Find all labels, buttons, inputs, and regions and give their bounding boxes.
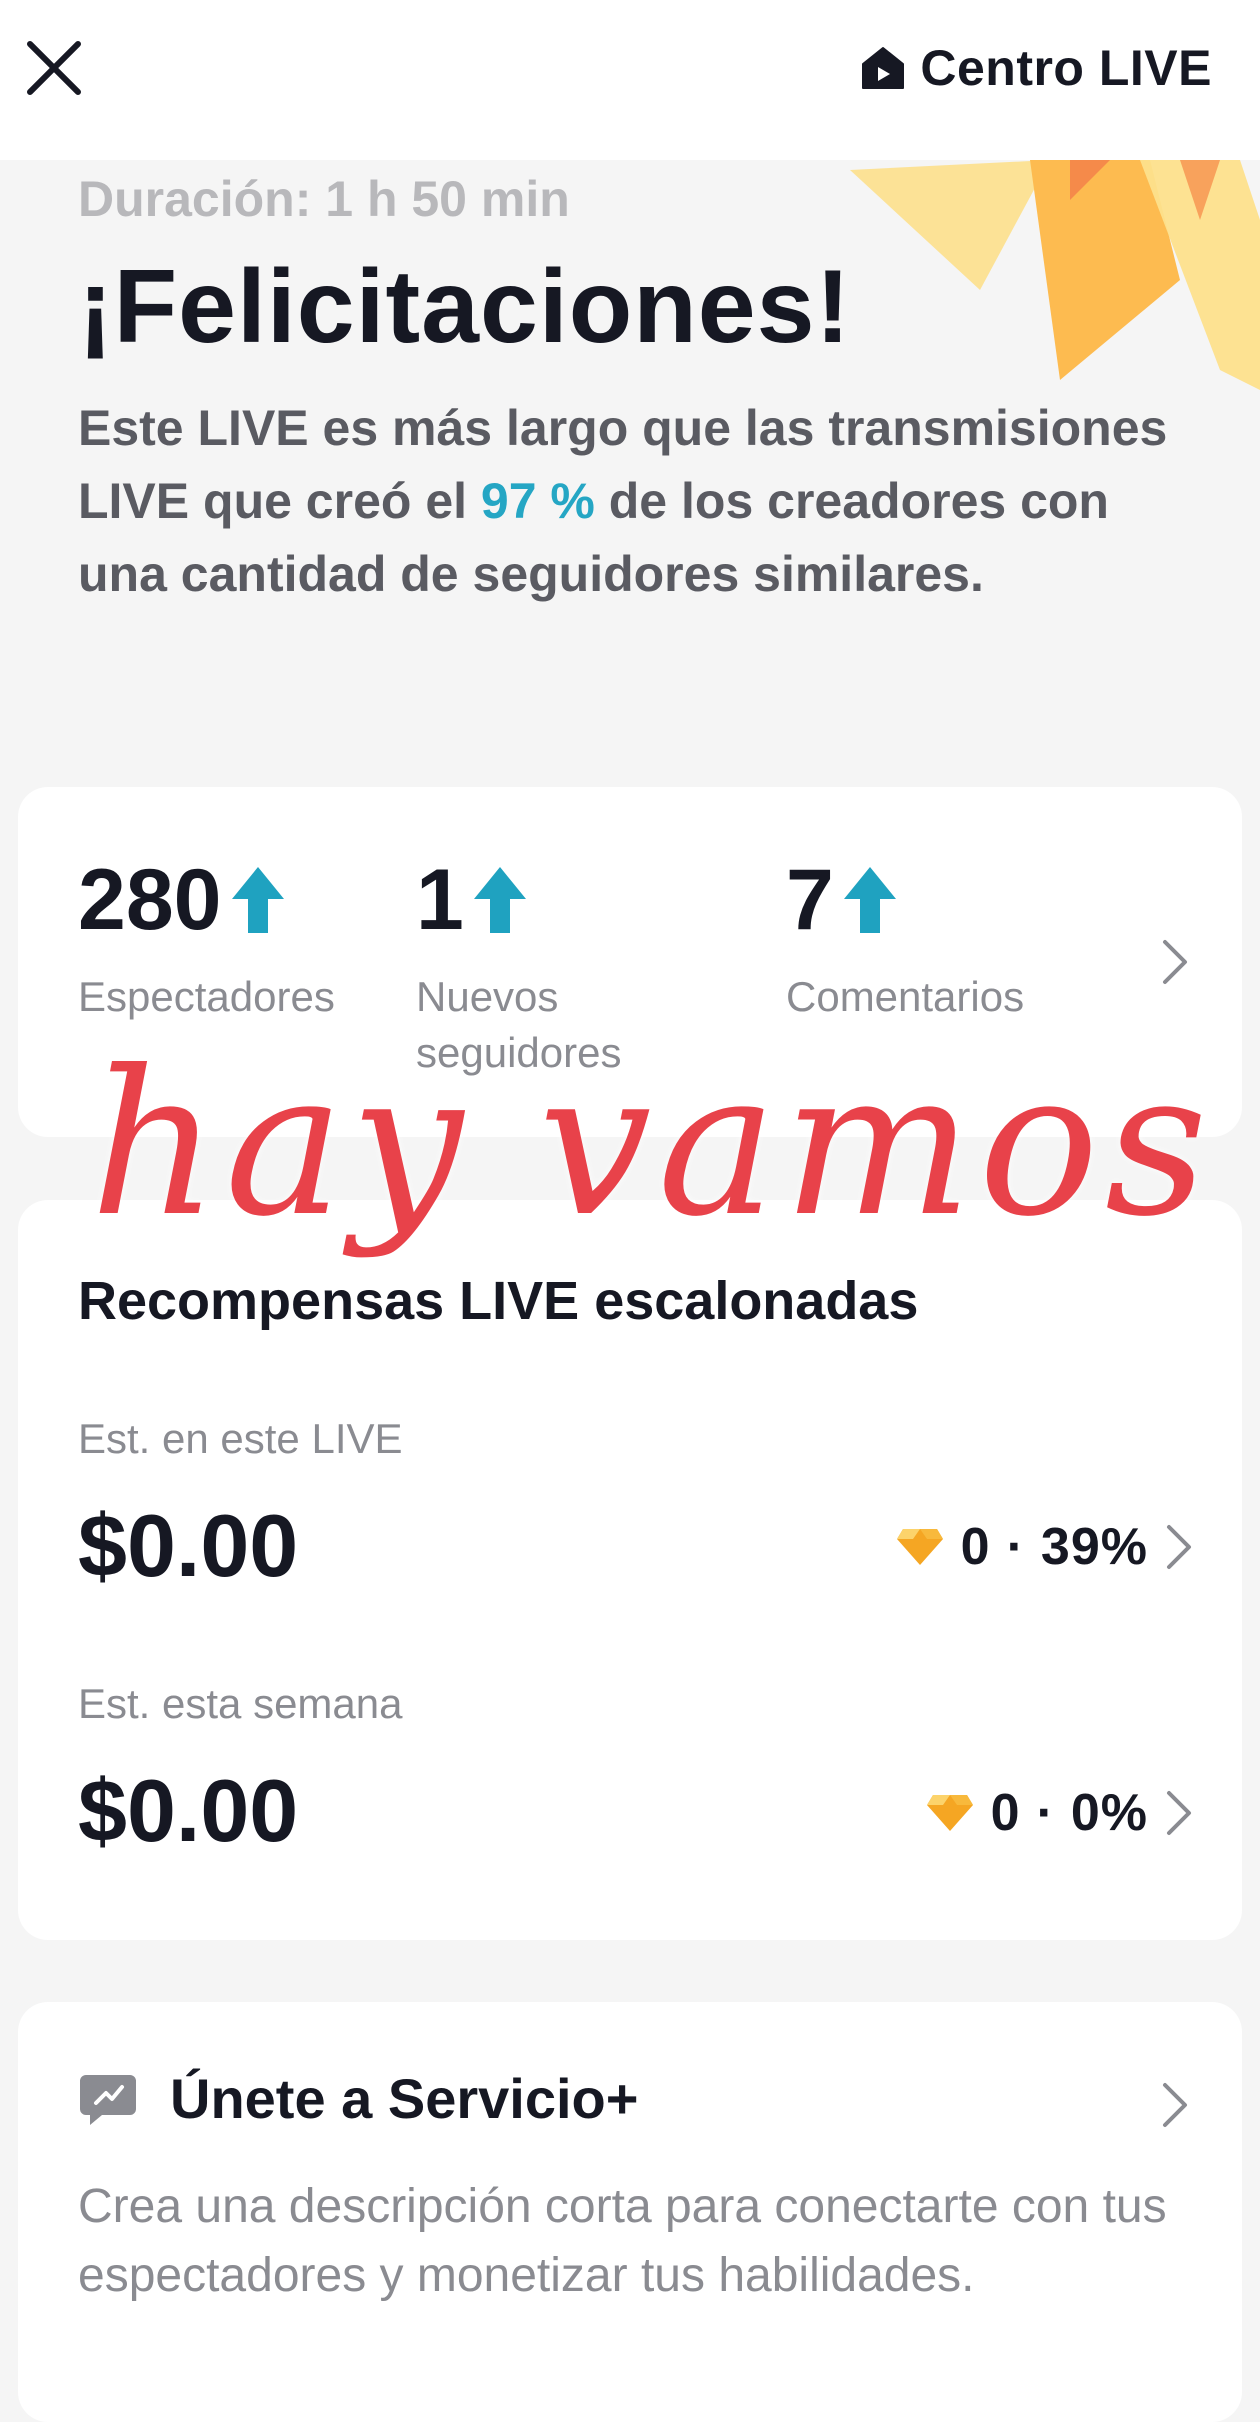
- close-icon[interactable]: [24, 38, 84, 98]
- stat-value: 280: [78, 852, 222, 948]
- close-button[interactable]: [22, 36, 86, 100]
- reward-row-label: Est. en este LIVE: [78, 1415, 403, 1462]
- reward-row-detail-link[interactable]: 0 · 39%: [895, 1517, 1194, 1577]
- service-description: Crea una descripción corta para conectar…: [78, 2180, 1167, 2302]
- centro-live-button[interactable]: Centro LIVE: [860, 36, 1212, 100]
- centro-live-label: Centro LIVE: [920, 40, 1212, 96]
- chevron-right-icon: [1167, 1791, 1191, 1835]
- stat-viewers: 280 Espectadores: [78, 857, 335, 1025]
- summary-description: Este LIVE es más largo que las transmisi…: [78, 392, 1188, 611]
- summary-hero: Duración: 1 h 50 min ¡Felicitaciones! Es…: [78, 160, 1188, 611]
- service-plus-icon: [80, 2074, 136, 2125]
- chevron-right-icon: [1167, 1525, 1191, 1569]
- top-bar: Centro LIVE: [0, 0, 1260, 160]
- stats-card[interactable]: 280 Espectadores 1 Nuevos seguidores 7 C…: [18, 787, 1242, 1137]
- stat-new-followers: 1 Nuevos seguidores: [416, 857, 676, 1081]
- reward-percent: 39%: [1040, 1518, 1148, 1576]
- stat-comments: 7 Comentarios: [786, 857, 1024, 1025]
- stat-value: 1: [416, 852, 464, 948]
- separator-dot: ·: [1036, 1784, 1055, 1842]
- stat-label: Comentarios: [786, 973, 1025, 1020]
- service-header: Únete a Servicio+: [78, 2066, 638, 2131]
- diamond-icon: [896, 1529, 943, 1565]
- chevron-right-icon[interactable]: [1160, 937, 1190, 987]
- reward-row-label: Est. esta semana: [78, 1680, 403, 1727]
- desc-percentage: 97 %: [480, 473, 595, 530]
- diamond-icon: [926, 1795, 973, 1831]
- reward-row-detail-link[interactable]: 0 · 0%: [925, 1783, 1194, 1843]
- arrow-up-icon: [843, 867, 896, 933]
- diamond-count: 0: [990, 1784, 1021, 1842]
- page-title: ¡Felicitaciones!: [78, 249, 852, 365]
- arrow-up-icon: [231, 867, 284, 933]
- live-duration: Duración: 1 h 50 min: [78, 171, 570, 227]
- separator-dot: ·: [1006, 1518, 1025, 1576]
- chevron-right-icon[interactable]: [1160, 2080, 1190, 2130]
- stat-label: Espectadores: [78, 973, 335, 1020]
- stat-label: Nuevos seguidores: [416, 973, 622, 1076]
- reward-row-amount: $0.00: [78, 1496, 299, 1595]
- reward-row-amount: $0.00: [78, 1761, 299, 1860]
- rewards-title: Recompensas LIVE escalonadas: [78, 1271, 919, 1331]
- service-plus-card[interactable]: Únete a Servicio+ Crea una descripción c…: [18, 2002, 1242, 2422]
- stat-value: 7: [786, 852, 834, 948]
- live-house-icon: [862, 47, 905, 89]
- reward-percent: 0%: [1070, 1784, 1148, 1842]
- service-title: Únete a Servicio+: [170, 2067, 639, 2130]
- rewards-card: Recompensas LIVE escalonadas Est. en est…: [18, 1200, 1242, 1940]
- arrow-up-icon: [473, 867, 526, 933]
- diamond-count: 0: [960, 1518, 991, 1576]
